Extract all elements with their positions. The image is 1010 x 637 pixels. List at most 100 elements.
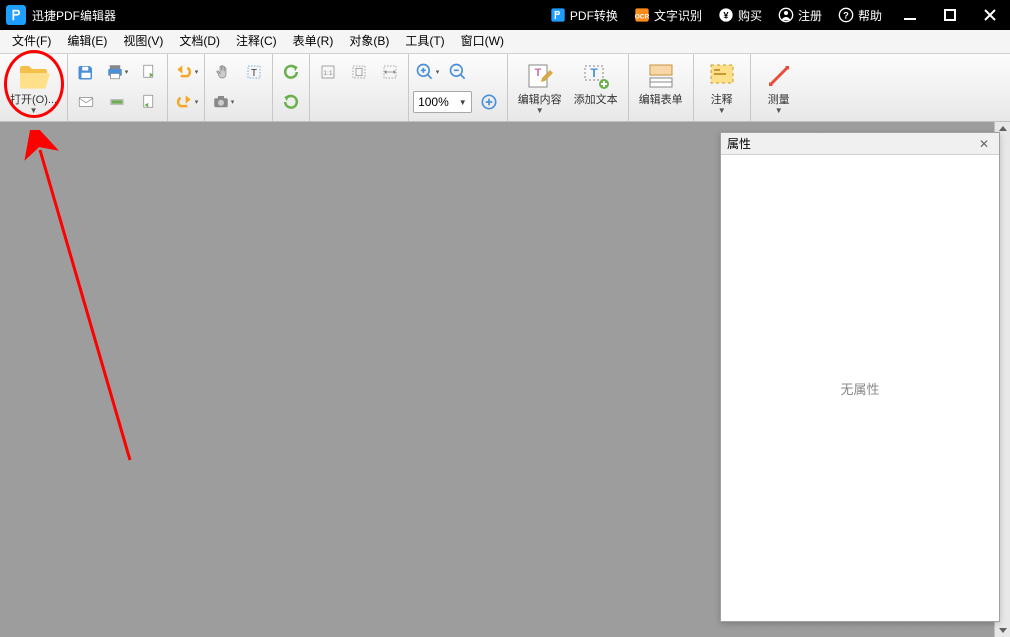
pdf-convert-label: PDF转换	[570, 7, 618, 24]
help-label: 帮助	[858, 7, 882, 24]
properties-panel-title: 属性	[727, 135, 751, 152]
app-logo-icon	[6, 5, 26, 25]
svg-text:¥: ¥	[723, 10, 729, 20]
annotate-label: 注释	[711, 94, 733, 106]
actual-size-button[interactable]: 1:1	[314, 58, 342, 86]
menubar: 文件(F) 编辑(E) 视图(V) 文档(D) 注释(C) 表单(R) 对象(B…	[0, 30, 1010, 54]
edit-form-label: 编辑表单	[639, 94, 683, 106]
print-button[interactable]: ▾	[103, 58, 131, 86]
zoom-in-button[interactable]: ▾	[413, 58, 441, 86]
register-button[interactable]: 注册	[770, 0, 830, 30]
zoom-in-icon	[415, 62, 435, 82]
rotate-ccw-button[interactable]	[277, 58, 305, 86]
menu-view[interactable]: 视图(V)	[115, 30, 171, 53]
menu-edit[interactable]: 编辑(E)	[59, 30, 115, 53]
close-icon	[984, 9, 996, 21]
save-button[interactable]	[72, 58, 100, 86]
svg-text:1:1: 1:1	[323, 70, 333, 77]
ocr-label: 文字识别	[654, 7, 702, 24]
menu-tools[interactable]: 工具(T)	[397, 30, 452, 53]
add-text-label: 添加文本	[574, 94, 618, 106]
zoom-value: 100%	[418, 95, 449, 109]
properties-panel: 属性 ✕ 无属性	[720, 132, 1000, 622]
buy-button[interactable]: ¥ 购买	[710, 0, 770, 30]
annotate-button[interactable]: 注释 ▼	[698, 58, 746, 118]
page-import-button[interactable]	[135, 88, 163, 116]
measure-icon	[765, 60, 793, 92]
page-import-icon	[140, 93, 158, 111]
snapshot-button[interactable]: ▾	[209, 88, 237, 116]
measure-button[interactable]: 测量 ▼	[755, 58, 803, 118]
panel-close-button[interactable]: ✕	[975, 137, 993, 151]
chevron-down-icon: ▼	[775, 106, 783, 115]
svg-text:T: T	[590, 66, 598, 80]
open-label: 打开(O)...	[10, 94, 57, 106]
rotate-ccw-icon	[281, 62, 301, 82]
hand-tool-button[interactable]	[209, 58, 237, 86]
page-export-icon	[140, 63, 158, 81]
rotate-cw-button[interactable]	[277, 88, 305, 116]
text-cursor-icon: T	[245, 63, 263, 81]
email-icon	[77, 93, 95, 111]
redo-button[interactable]: ▾	[172, 88, 200, 116]
zoom-marquee-icon	[479, 92, 499, 112]
maximize-icon	[944, 9, 956, 21]
close-button[interactable]	[970, 0, 1010, 30]
redo-icon	[174, 92, 194, 112]
menu-object[interactable]: 对象(B)	[341, 30, 397, 53]
help-button[interactable]: ? 帮助	[830, 0, 890, 30]
measure-label: 测量	[768, 94, 790, 106]
printer-icon	[106, 63, 124, 81]
minimize-button[interactable]	[890, 0, 930, 30]
pdf-convert-icon	[550, 7, 566, 23]
fit-width-button[interactable]	[376, 58, 404, 86]
edit-content-button[interactable]: T 编辑内容 ▼	[512, 58, 568, 118]
titlebar: 迅捷PDF编辑器 PDF转换 OCR 文字识别 ¥ 购买 注册 ? 帮助	[0, 0, 1010, 30]
menu-comment[interactable]: 注释(C)	[228, 30, 285, 53]
chevron-down-icon: ▼	[718, 106, 726, 115]
question-icon: ?	[838, 7, 854, 23]
chevron-down-icon: ▼	[536, 106, 544, 115]
menu-window[interactable]: 窗口(W)	[453, 30, 512, 53]
properties-panel-header[interactable]: 属性 ✕	[721, 133, 999, 155]
text-select-button[interactable]: T	[240, 58, 268, 86]
ocr-button[interactable]: OCR 文字识别	[626, 0, 710, 30]
hand-icon	[214, 63, 232, 81]
zoom-out-icon	[448, 62, 468, 82]
rotate-cw-icon	[281, 92, 301, 112]
floppy-icon	[77, 63, 95, 81]
undo-button[interactable]: ▾	[172, 58, 200, 86]
svg-text:?: ?	[843, 10, 849, 20]
fit-page-icon	[350, 63, 368, 81]
edit-form-button[interactable]: 编辑表单	[633, 58, 689, 118]
zoom-combo[interactable]: 100% ▼	[413, 91, 472, 113]
chevron-down-icon: ▼	[30, 106, 38, 115]
add-text-icon: T	[582, 60, 610, 92]
menu-document[interactable]: 文档(D)	[171, 30, 228, 53]
open-button[interactable]: 打开(O)... ▼	[4, 58, 63, 118]
zoom-out-button[interactable]	[444, 58, 472, 86]
scan-button[interactable]	[103, 88, 131, 116]
no-properties-text: 无属性	[840, 379, 879, 398]
app-title: 迅捷PDF编辑器	[32, 7, 116, 24]
svg-text:T: T	[534, 67, 541, 79]
maximize-button[interactable]	[930, 0, 970, 30]
scanner-icon	[108, 93, 126, 111]
actual-size-icon: 1:1	[319, 63, 337, 81]
chevron-down-icon: ▼	[459, 98, 467, 107]
page-export-button[interactable]	[135, 58, 163, 86]
pdf-convert-button[interactable]: PDF转换	[542, 0, 626, 30]
edit-content-icon: T	[526, 60, 554, 92]
menu-file[interactable]: 文件(F)	[4, 30, 59, 53]
camera-icon	[212, 93, 230, 111]
menu-form[interactable]: 表单(R)	[285, 30, 342, 53]
email-button[interactable]	[72, 88, 100, 116]
zoom-marquee-button[interactable]	[475, 88, 503, 116]
svg-text:OCR: OCR	[635, 13, 650, 20]
yen-icon: ¥	[718, 7, 734, 23]
user-icon	[778, 7, 794, 23]
add-text-button[interactable]: T 添加文本	[568, 58, 624, 118]
fit-page-button[interactable]	[345, 58, 373, 86]
buy-label: 购买	[738, 7, 762, 24]
edit-form-icon	[647, 60, 675, 92]
